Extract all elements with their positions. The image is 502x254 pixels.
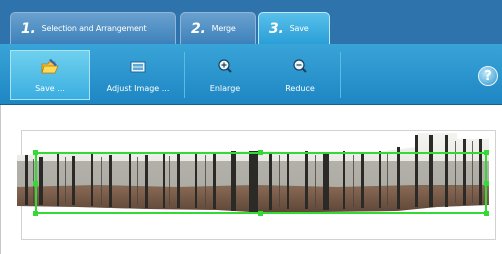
adjust-image-button[interactable]: Adjust Image ... xyxy=(98,50,178,100)
tab-number: 2. xyxy=(191,20,206,37)
tab-strip: 1. Selection and Arrangement 2. Merge 3.… xyxy=(0,0,502,44)
adjust-image-label: Adjust Image ... xyxy=(106,83,170,93)
help-icon[interactable]: ? xyxy=(478,66,498,86)
toolbar-separator xyxy=(184,52,185,98)
crop-handle-top-right[interactable] xyxy=(484,150,489,155)
crop-handle-right[interactable] xyxy=(484,181,489,186)
zoom-in-icon xyxy=(218,58,232,73)
save-button-label: Save ... xyxy=(35,83,65,93)
reduce-button[interactable]: Reduce xyxy=(265,50,335,100)
crop-handle-bottom[interactable] xyxy=(258,211,263,216)
tab-label: Save xyxy=(289,24,309,33)
toolbar-separator xyxy=(340,52,341,98)
help-icon-glyph: ? xyxy=(484,68,492,84)
tab-number: 3. xyxy=(269,20,284,37)
tab-selection-arrangement[interactable]: 1. Selection and Arrangement xyxy=(10,12,176,44)
crop-handle-bottom-left[interactable] xyxy=(33,211,38,216)
toolbar: Save ... Adjust Image ... Enlarge Reduce xyxy=(0,44,502,105)
reduce-label: Reduce xyxy=(285,83,315,93)
panorama-app: 1. Selection and Arrangement 2. Merge 3.… xyxy=(0,0,502,254)
crop-handle-bottom-right[interactable] xyxy=(484,211,489,216)
crop-selection-frame[interactable] xyxy=(35,152,487,214)
zoom-out-icon xyxy=(293,58,307,73)
crop-handle-top[interactable] xyxy=(258,150,263,155)
save-button[interactable]: Save ... xyxy=(10,50,90,100)
tab-save[interactable]: 3. Save xyxy=(258,12,330,44)
image-adjust-icon xyxy=(130,61,146,72)
folder-pencil-icon xyxy=(41,58,59,73)
crop-handle-left[interactable] xyxy=(33,181,38,186)
tab-label: Selection and Arrangement xyxy=(41,24,147,33)
tab-merge[interactable]: 2. Merge xyxy=(180,12,256,44)
tab-number: 1. xyxy=(21,20,36,37)
enlarge-label: Enlarge xyxy=(209,83,241,93)
crop-handle-top-left[interactable] xyxy=(33,150,38,155)
tab-label: Merge xyxy=(211,24,236,33)
enlarge-button[interactable]: Enlarge xyxy=(190,50,260,100)
